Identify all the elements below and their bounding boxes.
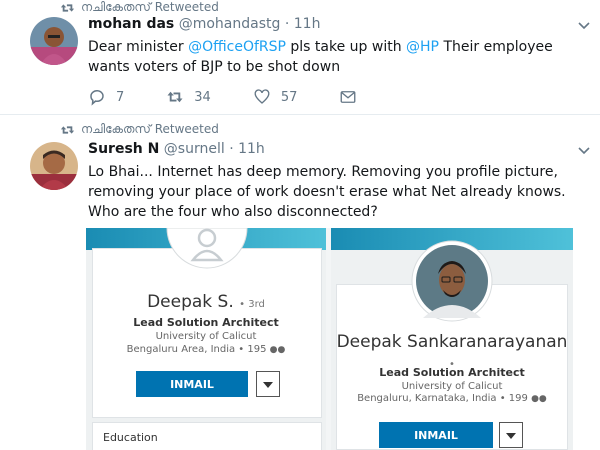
retweet-context-label: നചികേതസ് Retweeted bbox=[81, 122, 219, 136]
display-name[interactable]: mohan das bbox=[88, 16, 174, 32]
profile-panel-left: Deepak S. • 3rd Lead Solution Architect … bbox=[86, 228, 326, 450]
connections-icon: ●● bbox=[269, 345, 286, 355]
tweet-timestamp[interactable]: 11h bbox=[294, 16, 321, 32]
tweet-text: Lo Bhai... Internet has deep memory. Rem… bbox=[88, 164, 566, 220]
profile-photo bbox=[411, 240, 493, 322]
tweet-divider bbox=[0, 114, 600, 115]
like-button[interactable]: 57 bbox=[253, 88, 298, 106]
retweet-icon bbox=[60, 3, 75, 12]
inmail-button: INMAIL bbox=[136, 371, 248, 397]
reply-button[interactable]: 7 bbox=[88, 88, 124, 106]
retweet-icon bbox=[60, 125, 75, 134]
direct-message-button[interactable] bbox=[339, 88, 357, 106]
profile-location: Bengaluru, Karnataka, India • 199 ●● bbox=[331, 393, 573, 404]
like-count: 57 bbox=[280, 89, 298, 105]
profile-location-text: Bengaluru, Karnataka, India • 199 bbox=[357, 393, 528, 404]
tweet-text: Dear minister @OfficeOfRSP pls take up w… bbox=[88, 37, 586, 77]
separator-dot: · bbox=[284, 16, 290, 32]
retweet-context-label: നചികേതസ് Retweeted bbox=[81, 0, 219, 14]
tweet-text-segment: pls take up with bbox=[285, 39, 407, 55]
tweet-text-segment: Dear minister bbox=[88, 39, 189, 55]
tweet-media-image[interactable]: Deepak S. • 3rd Lead Solution Architect … bbox=[86, 228, 573, 450]
profile-name-text: Deepak Sankaranarayanan bbox=[336, 332, 568, 352]
connection-degree: • 3rd bbox=[239, 299, 265, 310]
tweet-header: mohan das @mohandastg · 11h bbox=[88, 16, 320, 32]
profile-name-text: Deepak S. bbox=[147, 292, 234, 312]
user-handle[interactable]: @surnell bbox=[164, 141, 225, 157]
mention-link[interactable]: @HP bbox=[406, 39, 439, 55]
tweet-actions: 7 34 57 bbox=[88, 88, 399, 106]
retweet-context: നചികേതസ് Retweeted bbox=[60, 122, 219, 137]
profile-school: University of Calicut bbox=[401, 381, 503, 392]
retweet-count: 34 bbox=[194, 89, 211, 105]
avatar[interactable] bbox=[30, 17, 78, 65]
inmail-button: INMAIL bbox=[379, 422, 493, 448]
profile-school: University of Calicut bbox=[155, 331, 257, 342]
retweet-button[interactable]: 34 bbox=[166, 88, 211, 106]
reply-icon bbox=[90, 90, 104, 106]
retweet-context: നചികേതസ് Retweeted bbox=[60, 0, 219, 15]
profile-name: Deepak S. • 3rd bbox=[86, 292, 326, 312]
avatar[interactable] bbox=[30, 142, 78, 190]
user-handle[interactable]: @mohandastg bbox=[179, 16, 281, 32]
retweet-icon bbox=[167, 91, 183, 103]
reply-count: 7 bbox=[116, 89, 125, 105]
message-icon bbox=[340, 91, 356, 103]
profile-headline: Lead Solution Architect bbox=[133, 316, 279, 329]
profile-location-text: Bengaluru Area, India • 195 bbox=[126, 344, 267, 355]
chevron-down-icon[interactable] bbox=[578, 22, 590, 30]
profile-panel-right: Deepak Sankaranarayanan • Lead Solution … bbox=[331, 228, 573, 450]
mention-link[interactable]: @OfficeOfRSP bbox=[188, 39, 286, 55]
connections-icon: ●● bbox=[531, 394, 547, 404]
more-options-button bbox=[499, 422, 523, 448]
education-heading: Education bbox=[103, 431, 158, 444]
display-name[interactable]: Suresh N bbox=[88, 141, 159, 157]
separator-dot: · bbox=[229, 141, 234, 157]
tweet-timestamp[interactable]: 11h bbox=[238, 141, 265, 157]
like-icon bbox=[254, 89, 270, 104]
profile-headline: Lead Solution Architect bbox=[379, 366, 525, 379]
more-options-button bbox=[256, 371, 280, 397]
default-avatar-icon bbox=[166, 228, 248, 269]
chevron-down-icon[interactable] bbox=[578, 147, 590, 155]
tweet-header: Suresh N @surnell · 11h bbox=[88, 141, 265, 157]
profile-location: Bengaluru Area, India • 195 ●● bbox=[86, 344, 326, 355]
